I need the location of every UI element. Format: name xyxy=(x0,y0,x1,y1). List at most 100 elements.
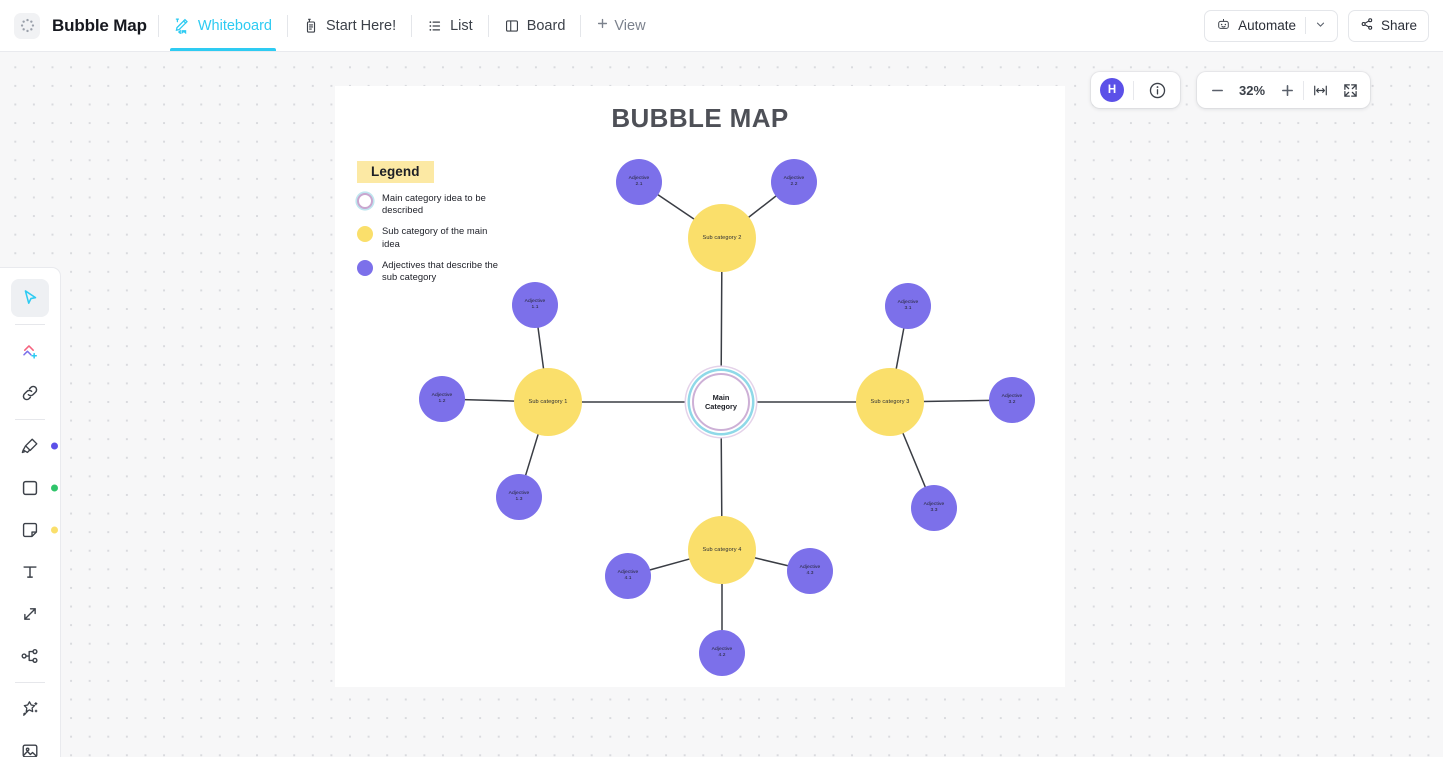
magic-wand-icon xyxy=(19,698,41,720)
share-button[interactable]: Share xyxy=(1347,9,1429,42)
tab-start-here-label: Start Here! xyxy=(326,17,397,34)
bubble-label: Sub category 2 xyxy=(702,234,742,241)
bubble-label: Main Category xyxy=(704,392,738,411)
select-tool[interactable] xyxy=(11,279,49,317)
bubble-a41[interactable]: Adjective 4.1 xyxy=(605,553,651,599)
ai-tool[interactable] xyxy=(11,690,49,728)
square-icon xyxy=(19,477,41,499)
add-view-button[interactable]: View xyxy=(592,17,649,34)
mindmap-tool[interactable] xyxy=(11,637,49,675)
text-tool[interactable] xyxy=(11,553,49,591)
connector-s1-a13[interactable] xyxy=(524,432,540,477)
whiteboard-frame[interactable]: BUBBLE MAP Legend Main category idea to … xyxy=(335,86,1065,687)
tab-list[interactable]: List xyxy=(423,0,477,51)
automate-label: Automate xyxy=(1238,18,1296,33)
tab-start-here[interactable]: Start Here! xyxy=(299,0,400,51)
zoom-out-button[interactable] xyxy=(1203,76,1231,104)
bubble-a31[interactable]: Adjective 3.1 xyxy=(885,283,931,329)
bubble-a22[interactable]: Adjective 2.2 xyxy=(771,159,817,205)
bubble-label: Sub category 1 xyxy=(528,398,568,405)
connector-arrow-icon xyxy=(19,603,41,625)
chevron-down-icon[interactable] xyxy=(1315,18,1326,33)
tab-whiteboard[interactable]: Whiteboard xyxy=(169,0,277,51)
shapes-plus-icon xyxy=(19,340,42,363)
connector-tool[interactable] xyxy=(11,595,49,633)
mindmap-icon xyxy=(19,645,41,667)
tool-color-dot[interactable] xyxy=(51,484,58,492)
rectangle-tool[interactable] xyxy=(11,469,58,507)
bubble-s3[interactable]: Sub category 3 xyxy=(856,368,924,436)
highlighter-tool[interactable] xyxy=(11,427,58,465)
bubble-label: Adjective 4.1 xyxy=(617,570,639,581)
tool-color-dot[interactable] xyxy=(51,442,58,450)
sticky-note-tool[interactable] xyxy=(11,511,58,549)
divider-3 xyxy=(15,682,45,683)
automate-button[interactable]: Automate xyxy=(1204,9,1338,42)
connector-s2-a21[interactable] xyxy=(656,193,696,221)
bubble-a42[interactable]: Adjective 4.2 xyxy=(699,630,745,676)
tab-list-label: List xyxy=(450,17,473,34)
shapes-tool[interactable] xyxy=(11,332,49,370)
bubble-label: Sub category 4 xyxy=(702,546,742,553)
connector-s3-a32[interactable] xyxy=(922,399,991,403)
sticky-note-icon xyxy=(19,519,41,541)
connector-main-s2[interactable] xyxy=(720,270,723,375)
connector-s3-a33[interactable] xyxy=(901,431,927,489)
doc-icon xyxy=(303,18,319,34)
whiteboard-canvas[interactable]: BUBBLE MAP Legend Main category idea to … xyxy=(0,52,1443,757)
connector-s1-a11[interactable] xyxy=(537,326,545,371)
add-view-label: View xyxy=(614,17,646,34)
connector-s4-a43[interactable] xyxy=(753,556,790,567)
bubble-a32[interactable]: Adjective 3.2 xyxy=(989,377,1035,423)
info-circle-icon[interactable] xyxy=(1143,76,1171,104)
avatar[interactable]: H xyxy=(1100,78,1124,102)
divider xyxy=(1303,80,1304,100)
bubble-label: Adjective 4.3 xyxy=(799,565,821,576)
image-tool[interactable] xyxy=(11,732,49,757)
bubble-s2[interactable]: Sub category 2 xyxy=(688,204,756,272)
share-label: Share xyxy=(1380,18,1417,33)
divider xyxy=(1304,17,1306,34)
plus-icon xyxy=(596,17,609,34)
zoom-level-label[interactable]: 32% xyxy=(1233,83,1271,98)
tab-board-label: Board xyxy=(526,17,566,34)
robot-icon xyxy=(1216,17,1231,35)
page-title: Bubble Map xyxy=(52,15,147,35)
connector-s3-a31[interactable] xyxy=(895,326,905,371)
bubble-a11[interactable]: Adjective 1.1 xyxy=(512,282,558,328)
bubble-a13[interactable]: Adjective 1.3 xyxy=(496,474,542,520)
whiteboard-toolbar[interactable] xyxy=(0,267,61,757)
image-icon xyxy=(19,740,41,757)
bubble-label: Adjective 3.3 xyxy=(923,502,945,513)
fit-width-icon[interactable] xyxy=(1306,76,1334,104)
connector-s4-a41[interactable] xyxy=(648,558,691,571)
divider xyxy=(157,14,159,37)
tool-color-dot[interactable] xyxy=(51,526,58,534)
bubble-a21[interactable]: Adjective 2.1 xyxy=(616,159,662,205)
zoom-controls: 32% xyxy=(1197,72,1370,108)
highlighter-icon xyxy=(19,435,41,457)
tab-board[interactable]: Board xyxy=(500,0,570,51)
bubble-s1[interactable]: Sub category 1 xyxy=(514,368,582,436)
tab-whiteboard-label: Whiteboard xyxy=(197,17,272,34)
bubble-a43[interactable]: Adjective 4.3 xyxy=(787,548,833,594)
bubble-a12[interactable]: Adjective 1.2 xyxy=(419,376,465,422)
connector-s2-a22[interactable] xyxy=(747,194,778,219)
bubble-label: Adjective 1.3 xyxy=(508,491,530,502)
bubble-map-diagram: Main Category Sub category 1 Sub category … xyxy=(335,86,1065,687)
link-tool[interactable] xyxy=(11,374,49,412)
fit-screen-icon[interactable] xyxy=(1336,76,1364,104)
share-icon xyxy=(1360,17,1374,34)
bubble-main[interactable]: Main Category xyxy=(692,373,750,431)
bubble-label: Adjective 1.1 xyxy=(524,299,546,310)
zoom-in-button[interactable] xyxy=(1273,76,1301,104)
bubble-label: Adjective 3.2 xyxy=(1001,394,1023,405)
bubble-a33[interactable]: Adjective 3.3 xyxy=(911,485,957,531)
bubble-s4[interactable]: Sub category 4 xyxy=(688,516,756,584)
connector-main-s4[interactable] xyxy=(720,429,723,518)
dotted-circle-icon[interactable] xyxy=(14,12,40,39)
connector-s1-a12[interactable] xyxy=(463,398,516,402)
text-icon xyxy=(19,561,41,583)
divider xyxy=(580,14,582,37)
bubble-label: Adjective 3.1 xyxy=(897,300,919,311)
